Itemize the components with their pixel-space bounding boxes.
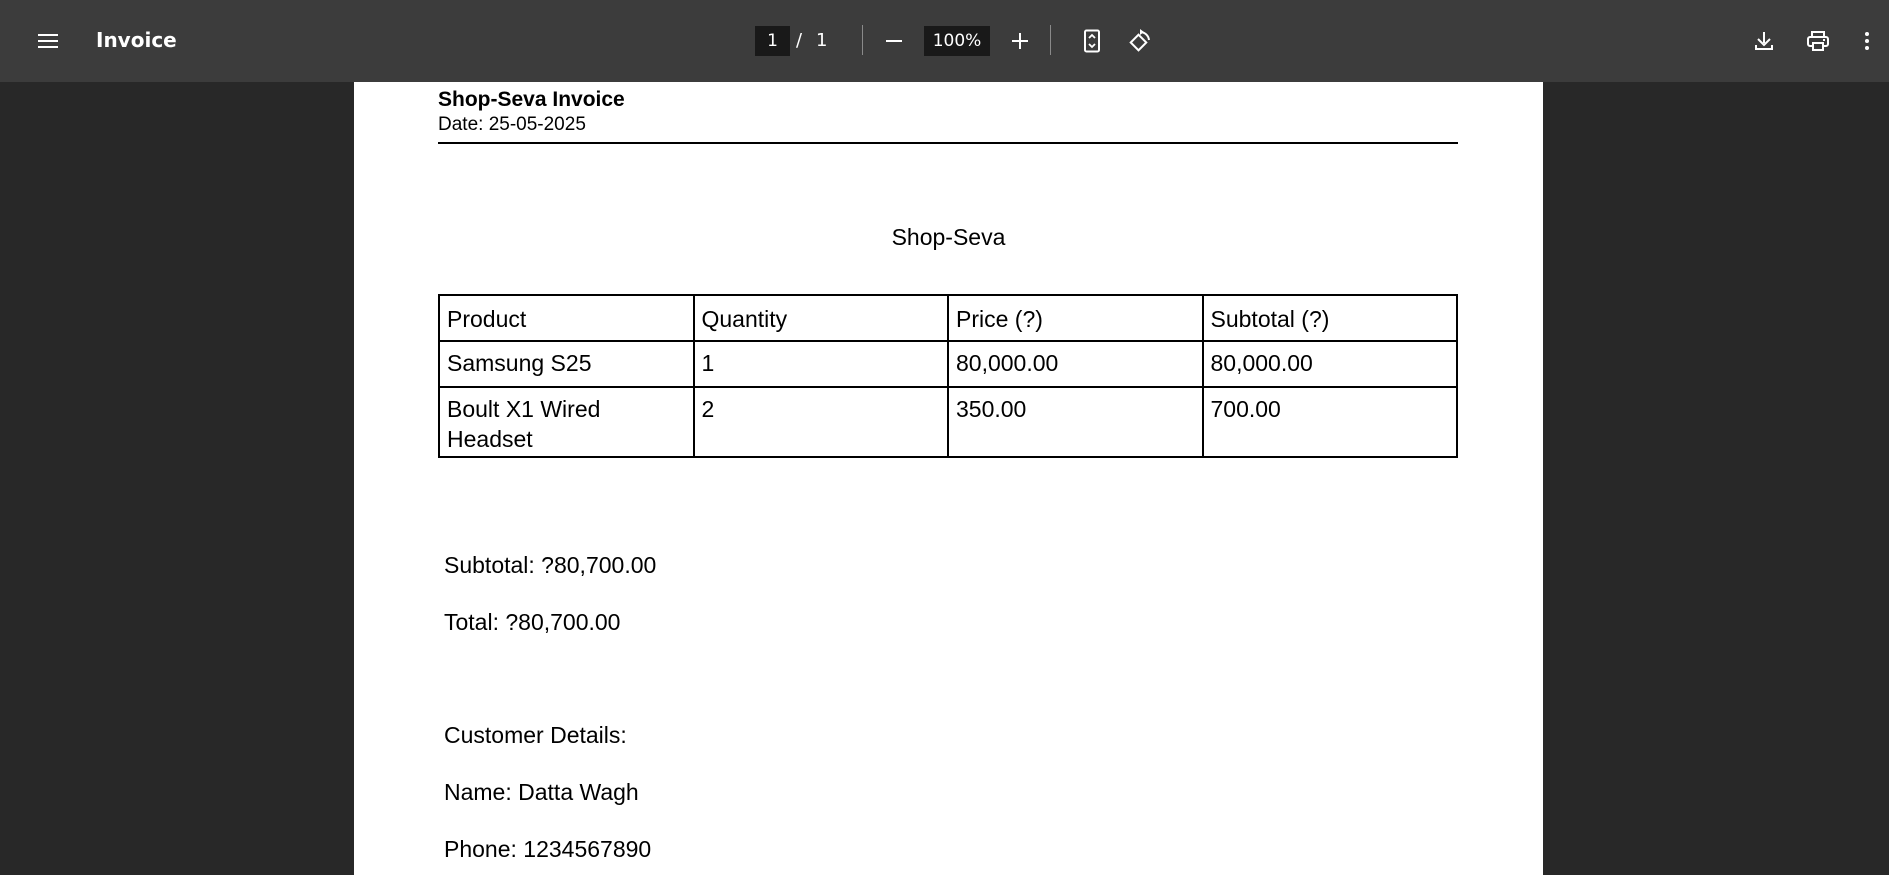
table-cell: 80,000.00 [1201, 340, 1458, 388]
pdf-toolbar: Invoice / 1 [0, 0, 1889, 82]
total-line: Total: ?80,700.00 [444, 609, 621, 635]
table-row: Boult X1 Wired Headset 2 350.00 700.00 [438, 386, 1458, 458]
menu-icon [38, 34, 58, 48]
column-header: Quantity [692, 294, 949, 342]
download-button[interactable] [1744, 21, 1784, 61]
page-total: 1 [816, 30, 828, 51]
pdf-viewer-area[interactable]: Shop-Seva Invoice Date: 25-05-2025 Shop-… [0, 82, 1889, 875]
pdf-page: Shop-Seva Invoice Date: 25-05-2025 Shop-… [354, 82, 1543, 875]
table-cell: 350.00 [947, 386, 1204, 458]
header-rule [438, 142, 1458, 144]
zoom-level-input[interactable] [924, 26, 990, 56]
print-button[interactable] [1798, 21, 1838, 61]
customer-details-heading: Customer Details: [444, 722, 627, 748]
customer-name: Name: Datta Wagh [444, 779, 639, 805]
zoom-in-button[interactable] [1000, 21, 1040, 61]
document-title: Invoice [96, 28, 177, 52]
print-icon [1807, 31, 1829, 51]
rotate-button[interactable] [1120, 21, 1160, 61]
page-number-input[interactable] [755, 26, 790, 56]
menu-button[interactable] [28, 21, 68, 61]
download-icon [1755, 32, 1773, 50]
shop-name: Shop-Seva [891, 224, 1006, 250]
more-vert-icon [1865, 32, 1869, 50]
table-cell: 2 [692, 386, 949, 458]
minus-icon [886, 40, 902, 42]
customer-phone: Phone: 1234567890 [444, 836, 652, 862]
table-cell: 700.00 [1201, 386, 1458, 458]
toolbar-divider [1050, 25, 1051, 55]
fit-to-page-button[interactable] [1072, 21, 1112, 61]
more-actions-button[interactable] [1852, 21, 1882, 61]
table-cell: 1 [692, 340, 949, 388]
column-header: Product [438, 294, 695, 342]
zoom-out-button[interactable] [874, 21, 914, 61]
items-table: Product Quantity Price (?) Subtotal (?) … [438, 294, 1458, 458]
toolbar-divider [862, 25, 863, 55]
table-cell: 80,000.00 [947, 340, 1204, 388]
page-separator: / [796, 30, 803, 51]
column-header: Subtotal (?) [1201, 294, 1458, 342]
subtotal-line: Subtotal: ?80,700.00 [444, 552, 657, 578]
plus-icon [1012, 33, 1028, 49]
table-header-row: Product Quantity Price (?) Subtotal (?) [438, 294, 1458, 342]
table-cell: Samsung S25 [438, 340, 695, 388]
rotate-icon [1129, 29, 1150, 52]
column-header: Price (?) [947, 294, 1204, 342]
invoice-date: Date: 25-05-2025 [438, 114, 586, 135]
invoice-header-title: Shop-Seva Invoice [438, 88, 625, 111]
fit-to-page-icon [1084, 29, 1100, 53]
table-row: Samsung S25 1 80,000.00 80,000.00 [438, 340, 1458, 388]
table-cell: Boult X1 Wired Headset [438, 386, 695, 458]
